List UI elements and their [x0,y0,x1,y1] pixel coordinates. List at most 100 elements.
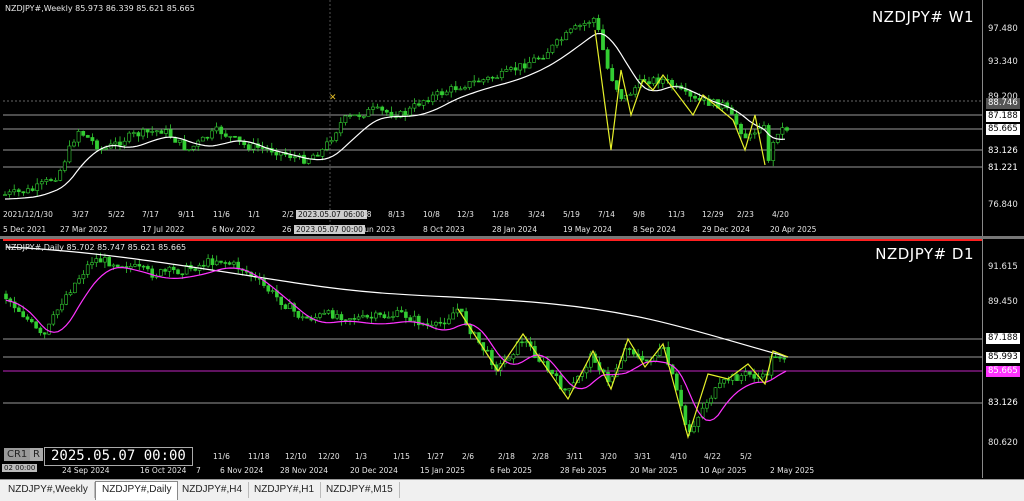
x-tick: 2/6 [462,452,475,461]
x-tick: 27 Mar 2022 [60,225,108,234]
candle-body [7,191,12,195]
candle-body [53,180,58,182]
candle-body [90,262,94,266]
candle-body [16,189,21,192]
candle-body [717,382,722,388]
candle-body [610,68,615,81]
candle-body [412,103,417,109]
candle-body [693,95,697,99]
crosshair-r-label: R [30,448,43,461]
candle-body [752,374,757,379]
candle-body [338,122,343,134]
weekly-chart-pane[interactable]: ✕ NZDJPY#,Weekly 85.973 86.339 85.621 85… [0,0,1024,236]
candle-body [85,264,90,275]
candle-body [619,89,624,100]
candle-body [163,269,167,272]
tab-daily[interactable]: NZDJPY#,Daily [95,481,179,500]
candle-body [584,366,589,374]
x-tick: 2023.05.07 06:00 [296,210,367,219]
candle-body [467,80,472,88]
candle-body [426,100,431,103]
candle-body [614,80,619,90]
candle-body [98,258,103,263]
x-tick: 8 Sep 2024 [633,225,676,234]
candle-body [458,88,463,91]
candle-body [233,136,237,138]
candle-body [343,115,348,123]
tab-h1[interactable]: NZDJPY#,H1 [248,482,322,498]
candle-body [154,130,159,133]
candle-body [326,310,331,314]
candle-body [35,183,40,191]
candle-body [771,142,776,161]
candle-body [51,314,56,325]
candle-body [77,278,81,284]
candle-body [380,106,385,111]
tab-h4[interactable]: NZDJPY#,H4 [176,482,250,498]
candle-body [104,147,109,150]
candle-body [722,379,726,384]
x-tick: 3/24 [528,210,545,219]
x-tick: 7/14 [598,210,615,219]
candle-body [752,132,757,135]
candle-body [596,18,601,30]
tab-weekly[interactable]: NZDJPY#,Weekly [2,482,95,498]
candle-body [206,258,210,267]
daily-chart-pane[interactable]: NZDJPY#,Daily 85.702 85.747 85.621 85.66… [0,239,1024,478]
x-tick: 1/27 [427,452,444,461]
candle-body [444,91,449,96]
candle-body [412,315,417,322]
candle-body [739,375,744,381]
weekly-chart-title: NZDJPY# W1 [871,8,974,26]
candle-body [177,139,182,143]
candle-body [499,71,504,79]
x-tick: 2/18 [498,452,515,461]
candle-body [136,132,141,137]
candle-body [559,39,564,42]
level-mark: 81.221 [988,163,1018,173]
candle-body [550,44,555,53]
candle-body [274,151,279,156]
candle-body [116,264,120,268]
candle-body [748,371,752,375]
candle-body [260,147,265,149]
candle-body [780,127,785,135]
candle-body [81,274,86,280]
candle-body [442,322,447,325]
candle-body [168,129,173,138]
candle-body [227,262,232,265]
candle-body [246,144,251,150]
candle-body [369,316,374,319]
x-tick: 1/3 [355,452,368,461]
marker-symbol: ✕ [329,93,337,103]
x-tick: 11/18 [248,452,270,461]
candle-body [251,143,256,150]
candle-body [582,23,587,26]
candle-body [640,355,645,361]
candle-body [94,258,99,263]
weekly-price-plot[interactable]: ✕ [3,0,982,236]
daily-price-plot[interactable] [3,239,982,478]
candle-body [133,264,137,267]
y-tick: 91.615 [988,262,1018,272]
weekly-price-axis[interactable]: 97.480 93.340 89.200 88.746 87.188 85.66… [982,0,1024,236]
y-tick: 97.480 [988,24,1018,34]
candle-body [404,311,408,318]
daily-price-axis[interactable]: 91.615 89.450 87.188 85.993 85.665 83.12… [982,239,1024,478]
x-tick: 3/27 [72,210,89,219]
crosshair-datetime: 2025.05.07 00:00 [44,447,193,466]
x-tick: Jun 2023 [362,225,396,234]
x-tick: 11/6 [213,210,230,219]
candle-body [137,264,142,267]
x-tick: 29 Dec 2024 [702,225,750,234]
candle-body [384,109,389,113]
candle-body [21,311,26,318]
candle-body [504,69,509,72]
crosshair-c-label: CR1 [4,448,31,461]
candle-body [438,321,443,324]
x-tick: 2/23 [737,210,754,219]
tab-m15[interactable]: NZDJPY#,M15 [320,482,400,498]
candle-body [311,154,316,159]
candle-body [335,314,339,319]
candle-body [371,106,375,110]
